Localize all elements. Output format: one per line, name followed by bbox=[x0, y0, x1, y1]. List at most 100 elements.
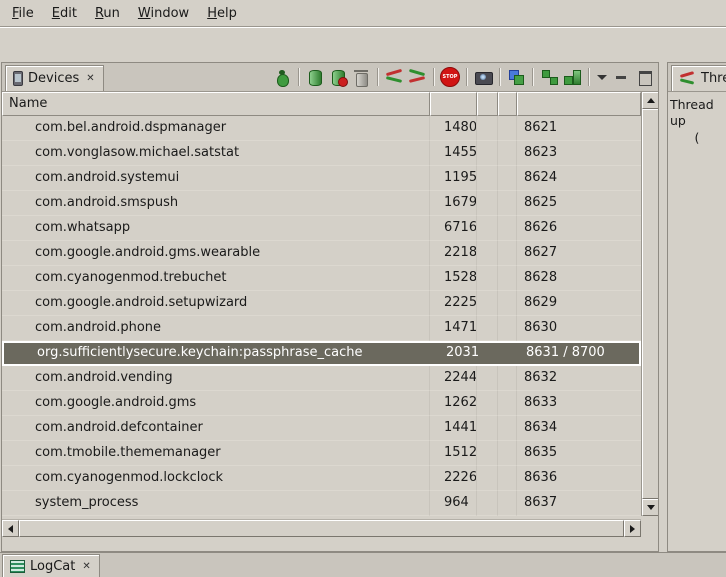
column-header-port[interactable] bbox=[517, 92, 641, 116]
close-icon[interactable]: ✕ bbox=[85, 73, 95, 84]
cell-name: com.android.systemui bbox=[2, 166, 430, 191]
tab-threads-label: Threads bbox=[701, 71, 726, 86]
scroll-right-button[interactable] bbox=[624, 520, 641, 537]
toolbar-separator bbox=[499, 68, 500, 86]
cell-port: 8637 bbox=[517, 491, 641, 516]
device-row[interactable]: com.google.android.gms.wearable221858627 bbox=[2, 241, 641, 266]
main-area: Devices ✕ STOP Name com.bel.android.dspm… bbox=[0, 62, 726, 552]
arrow-down-icon bbox=[647, 505, 655, 510]
tab-devices[interactable]: Devices ✕ bbox=[5, 65, 104, 91]
device-row[interactable]: com.android.phone14718630 bbox=[2, 316, 641, 341]
device-row[interactable]: com.android.vending224408632 bbox=[2, 366, 641, 391]
view-menu-icon[interactable] bbox=[595, 67, 609, 87]
column-header-spacer2[interactable] bbox=[498, 92, 517, 116]
cell-port: 8625 bbox=[517, 191, 641, 216]
device-row[interactable]: com.google.android.setupwizard222508629 bbox=[2, 291, 641, 316]
device-row[interactable]: com.cyanogenmod.lockclock222658636 bbox=[2, 466, 641, 491]
device-row[interactable]: com.bel.android.dspmanager1480 8621 bbox=[2, 116, 641, 141]
cell-c3 bbox=[477, 266, 498, 291]
cell-c3 bbox=[477, 116, 498, 141]
main-toolbar bbox=[0, 26, 726, 62]
pixel-perfect-icon[interactable] bbox=[562, 67, 582, 87]
cell-c4 bbox=[498, 191, 517, 216]
stop-process-icon[interactable]: STOP bbox=[440, 67, 460, 87]
cell-port: 8621 bbox=[517, 116, 641, 141]
update-threads-icon[interactable] bbox=[384, 67, 404, 87]
cell-name: com.google.android.setupwizard bbox=[2, 291, 430, 316]
column-header-pid[interactable] bbox=[430, 92, 477, 116]
threads-message-line2: ( bbox=[670, 130, 724, 146]
method-profiling-icon[interactable] bbox=[407, 67, 427, 87]
device-row[interactable]: com.whatsapp67168626 bbox=[2, 216, 641, 241]
scroll-up-button[interactable] bbox=[642, 92, 658, 109]
cell-pid: 6716 bbox=[430, 216, 477, 241]
column-header-name[interactable]: Name bbox=[2, 92, 430, 116]
table-header: Name bbox=[2, 92, 641, 116]
cell-c4 bbox=[498, 141, 517, 166]
vertical-scrollbar[interactable] bbox=[641, 92, 658, 516]
minimize-icon[interactable] bbox=[612, 67, 632, 87]
scroll-down-button[interactable] bbox=[642, 499, 658, 516]
cell-pid: 1195 bbox=[430, 166, 477, 191]
cell-port: 8633 bbox=[517, 391, 641, 416]
device-row[interactable]: com.android.defcontainer144118634 bbox=[2, 416, 641, 441]
vertical-scrollbar-thumb[interactable] bbox=[642, 109, 658, 499]
arrow-left-icon bbox=[8, 525, 13, 533]
cell-pid: 12623 bbox=[430, 391, 477, 416]
tab-devices-label: Devices bbox=[28, 71, 79, 86]
cell-port: 8626 bbox=[517, 216, 641, 241]
horizontal-scrollbar[interactable] bbox=[2, 519, 641, 536]
scroll-left-button[interactable] bbox=[2, 520, 19, 537]
cell-name: com.android.vending bbox=[2, 366, 430, 391]
cause-gc-icon[interactable] bbox=[351, 67, 371, 87]
dump-hprof-icon[interactable] bbox=[328, 67, 348, 87]
debug-process-icon[interactable] bbox=[272, 67, 292, 87]
cell-c3 bbox=[477, 491, 498, 516]
cell-c4 bbox=[498, 116, 517, 141]
menu-run[interactable]: Run bbox=[86, 2, 129, 25]
device-row[interactable]: com.android.smspush16798625 bbox=[2, 191, 641, 216]
maximize-icon[interactable] bbox=[635, 67, 655, 87]
cell-c3 bbox=[477, 191, 498, 216]
device-row[interactable]: com.tmobile.thememanager15128635 bbox=[2, 441, 641, 466]
device-rows: com.bel.android.dspmanager1480 8621com.vo… bbox=[2, 116, 641, 516]
menu-help[interactable]: Help bbox=[198, 2, 246, 25]
cell-name: com.bel.android.dspmanager bbox=[2, 116, 430, 141]
cell-pid: 1480 bbox=[430, 116, 477, 141]
horizontal-scrollbar-thumb[interactable] bbox=[19, 520, 624, 537]
device-row[interactable]: com.vonglasow.michael.satstat145538623 bbox=[2, 141, 641, 166]
cell-port: 8632 bbox=[517, 366, 641, 391]
cell-c3 bbox=[477, 441, 498, 466]
cell-port: 8627 bbox=[517, 241, 641, 266]
cell-port: 8629 bbox=[517, 291, 641, 316]
hierarchy-view-icon[interactable] bbox=[539, 67, 559, 87]
cell-name: com.android.defcontainer bbox=[2, 416, 430, 441]
tab-logcat[interactable]: LogCat ✕ bbox=[2, 554, 100, 577]
devices-tabbar: Devices ✕ STOP bbox=[2, 63, 658, 92]
threads-tabbar: Threads bbox=[668, 63, 726, 92]
bottom-bar: LogCat ✕ bbox=[0, 552, 726, 577]
cell-name: com.cyanogenmod.lockclock bbox=[2, 466, 430, 491]
cell-c3 bbox=[477, 466, 498, 491]
device-row[interactable]: system_process9648637 bbox=[2, 491, 641, 516]
menu-edit[interactable]: Edit bbox=[43, 2, 86, 25]
menu-window[interactable]: Window bbox=[129, 2, 198, 25]
cell-port: 8631 / 8700 bbox=[519, 343, 639, 364]
column-header-spacer1[interactable] bbox=[477, 92, 498, 116]
view-hierarchy-icon[interactable] bbox=[506, 67, 526, 87]
panel-sash[interactable] bbox=[659, 62, 667, 552]
close-icon[interactable]: ✕ bbox=[81, 561, 91, 572]
cell-c3 bbox=[477, 241, 498, 266]
arrow-right-icon bbox=[630, 525, 635, 533]
device-row[interactable]: com.cyanogenmod.trebuchet15288628 bbox=[2, 266, 641, 291]
device-row[interactable]: com.android.systemui11958624 bbox=[2, 166, 641, 191]
screen-capture-icon[interactable] bbox=[473, 67, 493, 87]
cell-c4 bbox=[498, 241, 517, 266]
cell-c4 bbox=[498, 491, 517, 516]
cell-pid: 14411 bbox=[430, 416, 477, 441]
tab-threads[interactable]: Threads bbox=[671, 65, 726, 91]
device-row[interactable]: org.sufficientlysecure.keychain:passphra… bbox=[2, 341, 641, 366]
device-row[interactable]: com.google.android.gms126238633 bbox=[2, 391, 641, 416]
menu-file[interactable]: File bbox=[3, 2, 43, 25]
update-heap-icon[interactable] bbox=[305, 67, 325, 87]
